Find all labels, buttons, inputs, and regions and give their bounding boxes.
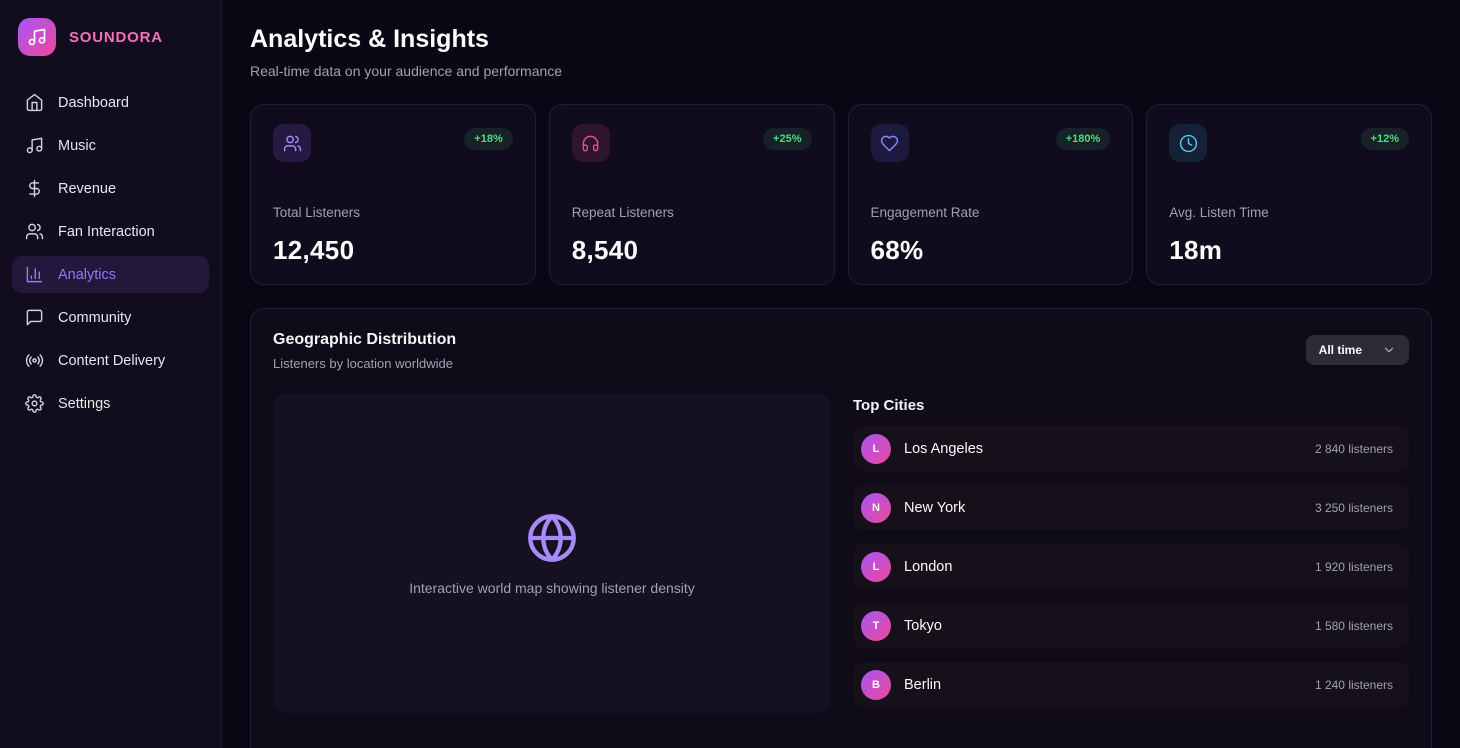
dollar-icon [25, 179, 44, 198]
page-title: Analytics & Insights [250, 25, 1432, 54]
listener-count: 1 580 listeners [1315, 619, 1393, 633]
change-badge: +12% [1361, 128, 1409, 150]
headphones-icon [572, 124, 610, 162]
listener-count: 2 840 listeners [1315, 442, 1393, 456]
sidebar-item-label: Content Delivery [58, 353, 165, 369]
bar-chart-icon [25, 265, 44, 284]
sidebar-item-label: Fan Interaction [58, 224, 155, 240]
stat-label: Total Listeners [273, 205, 513, 220]
radio-icon [25, 351, 44, 370]
sidebar-item-content-delivery[interactable]: Content Delivery [12, 342, 209, 379]
users-icon [273, 124, 311, 162]
avatar: L [861, 434, 891, 464]
stat-value: 12,450 [273, 235, 513, 266]
stat-label: Engagement Rate [871, 205, 1111, 220]
city-name: Tokyo [904, 618, 942, 634]
sidebar-item-settings[interactable]: Settings [12, 385, 209, 422]
stat-card-total-listeners: +18% Total Listeners 12,450 [250, 104, 536, 285]
panel-title: Geographic Distribution [273, 331, 456, 349]
change-badge: +25% [763, 128, 811, 150]
list-item[interactable]: L London 1 920 listeners [853, 544, 1409, 589]
panel-subtitle: Listeners by location worldwide [273, 356, 456, 371]
stat-card-repeat-listeners: +25% Repeat Listeners 8,540 [549, 104, 835, 285]
music-icon [25, 136, 44, 155]
city-name: New York [904, 500, 965, 516]
stats-row: +18% Total Listeners 12,450 +25% Repeat … [250, 104, 1432, 285]
message-icon [25, 308, 44, 327]
avatar: N [861, 493, 891, 523]
sidebar-item-label: Community [58, 310, 131, 326]
map-caption: Interactive world map showing listener d… [409, 580, 695, 596]
gear-icon [25, 394, 44, 413]
city-name: Los Angeles [904, 441, 983, 457]
listener-count: 1 920 listeners [1315, 560, 1393, 574]
change-badge: +18% [464, 128, 512, 150]
app-logo-icon [18, 18, 56, 56]
sidebar: SOUNDORA Dashboard Music Revenue [0, 0, 222, 748]
sidebar-item-fan-interaction[interactable]: Fan Interaction [12, 213, 209, 250]
avatar: B [861, 670, 891, 700]
time-range-select[interactable]: All time [1306, 335, 1409, 365]
page-subtitle: Real-time data on your audience and perf… [250, 63, 1432, 79]
avatar: L [861, 552, 891, 582]
clock-icon [1169, 124, 1207, 162]
listener-count: 1 240 listeners [1315, 678, 1393, 692]
sidebar-item-analytics[interactable]: Analytics [12, 256, 209, 293]
sidebar-item-label: Dashboard [58, 95, 129, 111]
sidebar-item-music[interactable]: Music [12, 127, 209, 164]
sidebar-item-community[interactable]: Community [12, 299, 209, 336]
sidebar-item-dashboard[interactable]: Dashboard [12, 84, 209, 121]
city-list: L Los Angeles 2 840 listeners N New York… [853, 426, 1409, 707]
world-map-placeholder: Interactive world map showing listener d… [273, 394, 831, 713]
stat-value: 68% [871, 235, 1111, 266]
geographic-distribution-panel: Geographic Distribution Listeners by loc… [250, 308, 1432, 748]
listener-count: 3 250 listeners [1315, 501, 1393, 515]
chevron-down-icon [1382, 343, 1396, 357]
stat-card-engagement-rate: +180% Engagement Rate 68% [848, 104, 1134, 285]
sidebar-item-label: Settings [58, 396, 110, 412]
sidebar-item-label: Music [58, 138, 96, 154]
list-item[interactable]: L Los Angeles 2 840 listeners [853, 426, 1409, 471]
app-window: SOUNDORA Dashboard Music Revenue [0, 0, 1460, 748]
list-item[interactable]: N New York 3 250 listeners [853, 485, 1409, 530]
heart-icon [871, 124, 909, 162]
stat-label: Avg. Listen Time [1169, 205, 1409, 220]
city-name: London [904, 559, 952, 575]
globe-icon [526, 512, 578, 564]
sidebar-item-label: Revenue [58, 181, 116, 197]
stat-value: 18m [1169, 235, 1409, 266]
sidebar-nav: Dashboard Music Revenue Fan Interaction [12, 84, 209, 422]
list-item[interactable]: T Tokyo 1 580 listeners [853, 603, 1409, 648]
stat-value: 8,540 [572, 235, 812, 266]
sidebar-item-label: Analytics [58, 267, 116, 283]
sidebar-item-revenue[interactable]: Revenue [12, 170, 209, 207]
users-icon [25, 222, 44, 241]
home-icon [25, 93, 44, 112]
avatar: T [861, 611, 891, 641]
stat-label: Repeat Listeners [572, 205, 812, 220]
stat-card-avg-listen-time: +12% Avg. Listen Time 18m [1146, 104, 1432, 285]
change-badge: +180% [1056, 128, 1111, 150]
list-item[interactable]: B Berlin 1 240 listeners [853, 662, 1409, 707]
top-cities-section: Top Cities L Los Angeles 2 840 listeners… [853, 394, 1409, 713]
top-cities-title: Top Cities [853, 397, 1409, 414]
city-name: Berlin [904, 677, 941, 693]
brand-logo-row: SOUNDORA [12, 16, 209, 58]
main-content: Analytics & Insights Real-time data on y… [222, 0, 1460, 748]
time-range-value: All time [1319, 343, 1362, 357]
brand-name: SOUNDORA [69, 29, 163, 46]
